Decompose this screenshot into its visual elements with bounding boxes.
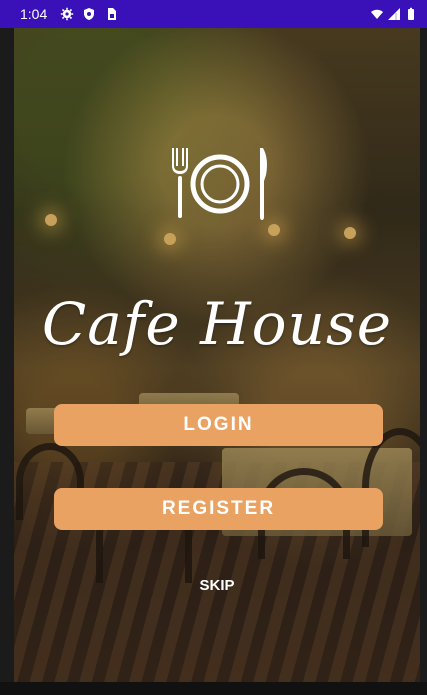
- status-bar: 1:04: [0, 0, 427, 28]
- sim-card-icon: [108, 8, 116, 20]
- login-button[interactable]: LOGIN: [54, 404, 383, 446]
- signal-icon: [388, 8, 400, 20]
- wifi-icon: [371, 9, 383, 19]
- settings-icon: [60, 7, 74, 21]
- bottom-bar: [0, 682, 427, 695]
- battery-icon: [408, 7, 414, 20]
- app-title: Cafe House: [41, 290, 393, 358]
- skip-button[interactable]: SKIP: [14, 577, 420, 594]
- shield-icon: [84, 8, 94, 20]
- status-time: 1:04: [20, 6, 48, 22]
- fork-plate-knife-icon: [172, 148, 267, 220]
- cafe-login-screen: Cafe House LOGIN REGISTER SKIP: [14, 28, 420, 682]
- register-button[interactable]: REGISTER: [54, 488, 383, 530]
